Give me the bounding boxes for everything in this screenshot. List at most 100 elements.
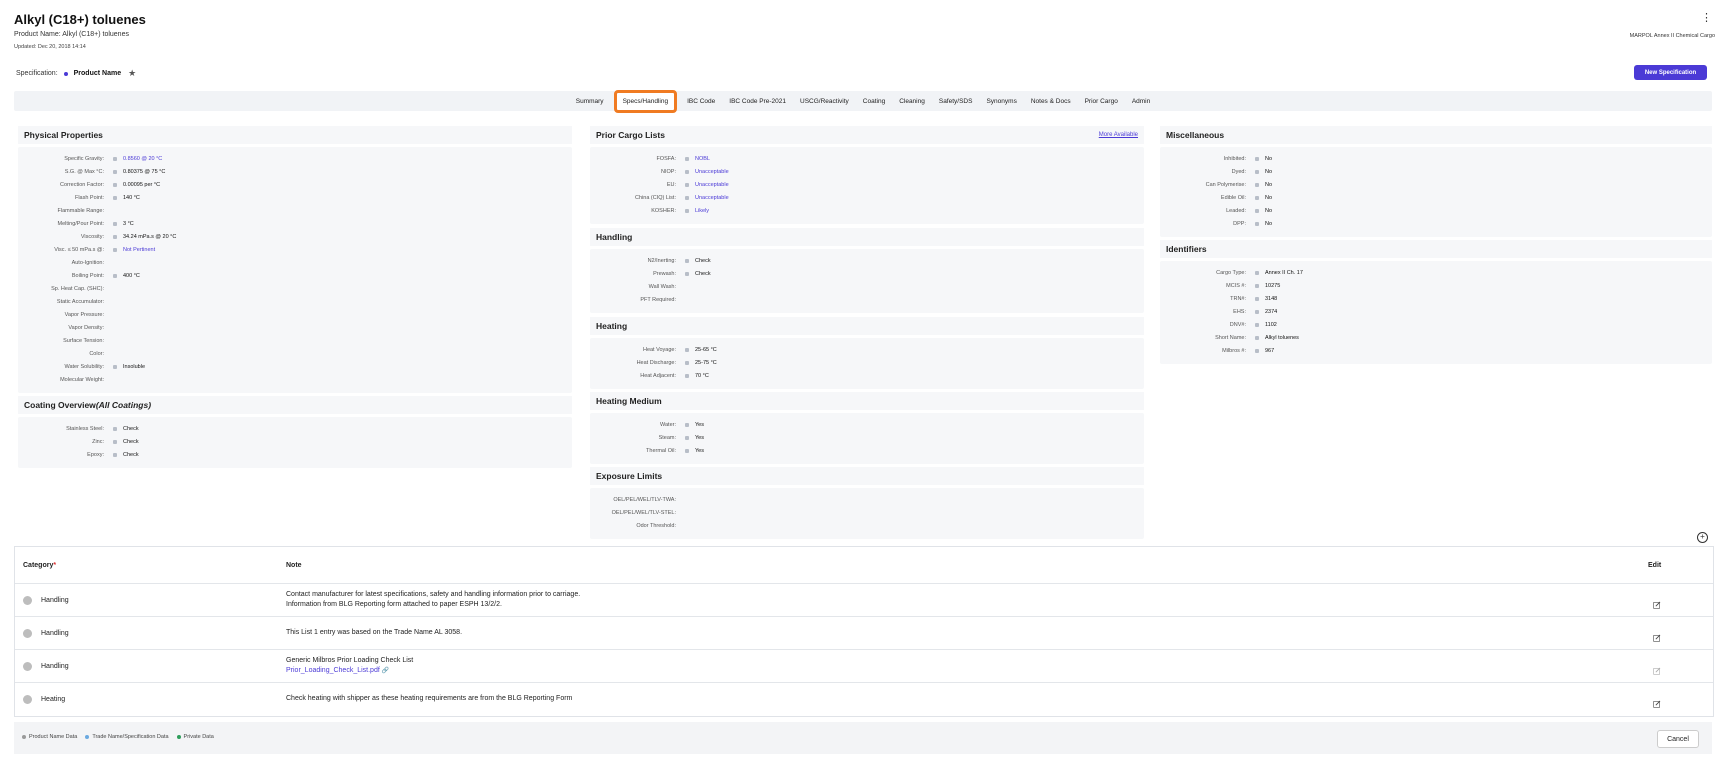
table-row: Heating Check heating with shipper as the… xyxy=(15,682,1713,716)
property-label: Molecular Weight: xyxy=(60,376,104,383)
legend-dot-icon xyxy=(22,735,26,739)
tab-ibc-code[interactable]: IBC Code xyxy=(680,98,722,105)
property-row-heat-voyage: Heat Voyage: 25-65 °C xyxy=(590,343,1144,356)
tab-notes-docs[interactable]: Notes & Docs xyxy=(1024,98,1078,105)
new-specification-button[interactable]: New Specification xyxy=(1634,65,1707,80)
property-row-short-name: Short Name: Alkyl toluenes xyxy=(1160,331,1712,344)
property-label: Visc. ≤ 50 mPa.s @: xyxy=(54,246,104,253)
data-source-icon xyxy=(1255,283,1259,288)
property-label: MCIS #: xyxy=(1226,282,1246,289)
cancel-button[interactable]: Cancel xyxy=(1657,730,1699,748)
star-icon[interactable]: ★ xyxy=(128,68,136,79)
data-source-icon xyxy=(113,426,117,431)
property-row-specific-gravity: Specific Gravity: 0.8560 @ 20 °C xyxy=(18,152,572,165)
category-header-label: Category xyxy=(23,561,54,569)
page-title: Alkyl (C18+) toluenes xyxy=(14,12,146,27)
property-label: Specific Gravity: xyxy=(64,155,104,162)
property-row-flammable-range: Flammable Range: xyxy=(18,204,572,217)
tab-uscg-reactivity[interactable]: USCG/Reactivity xyxy=(793,98,856,105)
property-value[interactable]: Unacceptable xyxy=(695,169,729,175)
property-value: No xyxy=(1265,207,1273,214)
property-label: Surface Tension: xyxy=(63,337,104,344)
more-menu-icon[interactable]: ⋮ xyxy=(1701,13,1712,24)
data-source-icon xyxy=(113,452,117,457)
property-value[interactable]: NOBL xyxy=(695,156,710,162)
property-row-thermal-oil: Thermal Oil: Yes xyxy=(590,444,1144,457)
tab-synonyms[interactable]: Synonyms xyxy=(979,98,1023,105)
tab-coating[interactable]: Coating xyxy=(856,98,892,105)
data-source-icon xyxy=(113,364,117,369)
property-row-pft-required: PFT Required: xyxy=(590,293,1144,306)
more-available-link[interactable]: More Available xyxy=(1099,132,1138,138)
property-row-sp-heat-cap-shc: Sp. Heat Cap. (SHC): xyxy=(18,282,572,295)
property-label: Edible Oil: xyxy=(1220,194,1246,201)
property-label: Thermal Oil: xyxy=(646,447,676,454)
note-category: Handling xyxy=(41,663,69,670)
add-note-icon[interactable]: + xyxy=(1697,532,1708,543)
tab-safety-sds[interactable]: Safety/SDS xyxy=(932,98,980,105)
note-category: Handling xyxy=(41,597,69,604)
prior-cargo-title: Prior Cargo Lists xyxy=(596,130,665,140)
property-label: Vapor Pressure: xyxy=(64,311,104,318)
tab-admin[interactable]: Admin xyxy=(1125,98,1157,105)
property-value: Annex II Ch. 17 xyxy=(1265,269,1303,276)
property-value[interactable]: Likely xyxy=(695,208,709,214)
property-label: Epoxy: xyxy=(87,451,104,458)
tab-ibc-code-pre-2021[interactable]: IBC Code Pre-2021 xyxy=(722,98,793,105)
property-row-milbros: Milbros #: 967 xyxy=(1160,344,1712,357)
data-source-icon xyxy=(1255,270,1259,275)
property-value[interactable]: 0.8560 @ 20 °C xyxy=(123,156,162,162)
footer-bar: Product Name Data Trade Name/Specificatio… xyxy=(14,722,1712,754)
property-label: OEL/PEL/WEL/TLV-TWA: xyxy=(613,496,676,503)
edit-icon[interactable] xyxy=(1653,695,1661,708)
tab-specs-handling[interactable]: Specs/Handling xyxy=(613,89,678,113)
property-value[interactable]: Not Pertinent xyxy=(123,247,155,253)
attachment-link[interactable]: Prior_Loading_Check_List.pdf xyxy=(286,667,380,674)
property-row-trn: TRN#: 3148 xyxy=(1160,292,1712,305)
property-row-inhibited: Inhibited: No xyxy=(1160,152,1712,165)
property-value[interactable]: Unacceptable xyxy=(695,182,729,188)
property-label: TRN#: xyxy=(1230,295,1246,302)
property-label: Boiling Point: xyxy=(71,272,104,279)
property-row-heat-adjacent: Heat Adjacent: 70 °C xyxy=(590,369,1144,382)
data-source-dot xyxy=(23,596,32,605)
identifiers-panel: Identifiers Cargo Type: Annex II Ch. 17 MCI… xyxy=(1160,240,1712,364)
data-source-icon xyxy=(113,195,117,200)
tab-cleaning[interactable]: Cleaning xyxy=(892,98,932,105)
category-header[interactable]: Category * xyxy=(23,547,56,583)
property-row-wall-wash: Wall Wash: xyxy=(590,280,1144,293)
tab-prior-cargo[interactable]: Prior Cargo xyxy=(1078,98,1125,105)
property-label: Prewash: xyxy=(653,270,676,277)
specification-name[interactable]: Product Name xyxy=(74,70,121,77)
specification-radio-icon[interactable] xyxy=(63,71,68,76)
data-source-icon xyxy=(685,435,689,440)
property-label: Sp. Heat Cap. (SHC): xyxy=(51,285,104,292)
property-row-steam: Steam: Yes xyxy=(590,431,1144,444)
property-row-oel-pel-wel-tlv-stel: OEL/PEL/WEL/TLV-STEL: xyxy=(590,506,1144,519)
data-source-icon xyxy=(685,195,689,200)
updated-timestamp: Updated: Dec 20, 2018 14:14 xyxy=(14,44,86,50)
tab-summary[interactable]: Summary xyxy=(569,98,611,105)
legend-item-product-name-data: Product Name Data xyxy=(22,734,77,740)
data-source-icon xyxy=(685,271,689,276)
property-label: PFT Required: xyxy=(640,296,676,303)
property-row-stainless-steel: Stainless Steel: Check xyxy=(18,422,572,435)
coating-panel: Coating Overview (All Coatings) Stainless … xyxy=(18,396,572,468)
property-label: Steam: xyxy=(658,434,676,441)
data-source-icon xyxy=(1255,348,1259,353)
property-row-visc-50-mpa-s: Visc. ≤ 50 mPa.s @: Not Pertinent xyxy=(18,243,572,256)
physical-title: Physical Properties xyxy=(24,130,103,140)
misc-panel: Miscellaneous Inhibited: No Dyed: No Can Poly… xyxy=(1160,126,1712,237)
data-source-icon xyxy=(1255,309,1259,314)
table-row: Handling This List 1 entry was based on t… xyxy=(15,616,1713,650)
edit-icon[interactable] xyxy=(1653,662,1661,675)
edit-icon[interactable] xyxy=(1653,629,1661,642)
data-source-icon xyxy=(113,234,117,239)
property-row-dyed: Dyed: No xyxy=(1160,165,1712,178)
edit-icon[interactable] xyxy=(1653,596,1661,609)
property-value[interactable]: Unacceptable xyxy=(695,195,729,201)
property-value: 400 °C xyxy=(123,272,140,279)
property-label: NIOP: xyxy=(661,168,676,175)
property-label: Auto-Ignition: xyxy=(71,259,104,266)
property-value: 25-75 °C xyxy=(695,359,717,366)
